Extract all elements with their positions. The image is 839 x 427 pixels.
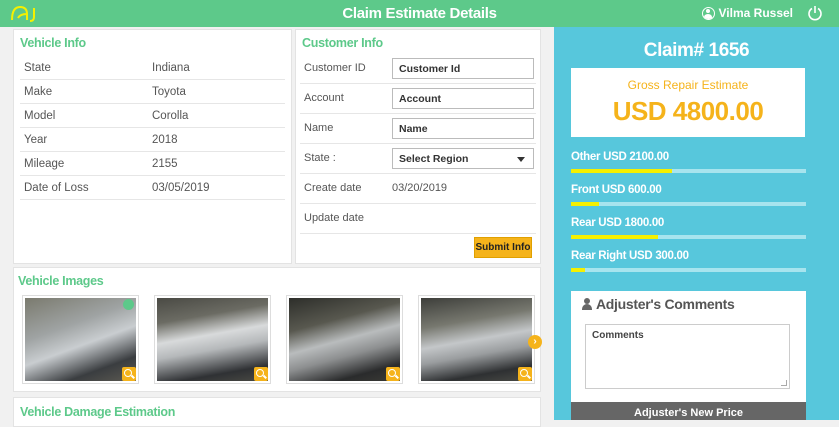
adjuster-comments-heading: Adjuster's Comments bbox=[582, 296, 735, 312]
state-row: State : Select Region bbox=[300, 144, 536, 174]
customer-id-row: Customer ID Customer Id bbox=[300, 54, 536, 84]
row-value: 2155 bbox=[152, 158, 178, 170]
chevron-down-icon bbox=[517, 157, 525, 162]
vehicle-row-make: Make Toyota bbox=[20, 80, 285, 104]
gross-estimate-amount: USD 4800.00 bbox=[612, 96, 764, 126]
car-photo bbox=[421, 298, 532, 381]
row-label: Year bbox=[24, 134, 48, 146]
user-icon bbox=[582, 298, 592, 310]
state-label: State : bbox=[304, 152, 336, 164]
create-date-value: 03/20/2019 bbox=[392, 182, 448, 194]
customer-id-input[interactable]: Customer Id bbox=[392, 58, 534, 79]
bar-fill bbox=[571, 268, 586, 272]
update-date-label: Update date bbox=[304, 212, 364, 224]
user-icon bbox=[701, 6, 715, 20]
gross-estimate-label: Gross Repair Estimate bbox=[627, 78, 749, 92]
row-label: Date of Loss bbox=[24, 182, 89, 194]
adjuster-comments-title: Adjuster's Comments bbox=[596, 296, 735, 312]
row-value: Toyota bbox=[152, 86, 186, 98]
create-date-label: Create date bbox=[304, 182, 362, 194]
submit-info-button[interactable]: Submit Info bbox=[474, 237, 532, 258]
customer-id-label: Customer ID bbox=[304, 62, 366, 74]
vehicle-row-model: Model Corolla bbox=[20, 104, 285, 128]
row-label: Mileage bbox=[24, 158, 65, 170]
bar-label-rear-right: Rear Right USD 300.00 bbox=[571, 250, 689, 262]
bar-fill bbox=[571, 169, 673, 173]
check-icon bbox=[123, 299, 134, 310]
user-menu[interactable]: Vilma Russel bbox=[701, 6, 793, 20]
car-photo bbox=[157, 298, 268, 381]
vehicle-info-title: Vehicle Info bbox=[20, 36, 86, 50]
gross-estimate-box: Gross Repair Estimate USD 4800.00 bbox=[571, 68, 805, 137]
account-input[interactable]: Account bbox=[392, 88, 534, 109]
vehicle-info-panel: Vehicle Info State Indiana Make Toyota Mod… bbox=[13, 29, 292, 264]
create-date-row: Create date 03/20/2019 bbox=[300, 174, 536, 204]
bar-label-other: Other USD 2100.00 bbox=[571, 151, 669, 163]
vehicle-row-mileage: Mileage 2155 bbox=[20, 152, 285, 176]
vehicle-row-state: State Indiana bbox=[20, 56, 285, 80]
row-value: Indiana bbox=[152, 62, 190, 74]
account-row: Account Account bbox=[300, 84, 536, 114]
name-row: Name Name bbox=[300, 114, 536, 144]
vehicle-row-year: Year 2018 bbox=[20, 128, 285, 152]
name-label: Name bbox=[304, 122, 334, 134]
customer-info-panel: Customer Info Customer ID Customer Id Ac… bbox=[295, 29, 541, 264]
vehicle-image-2[interactable] bbox=[154, 295, 271, 384]
comments-textarea[interactable]: Comments bbox=[585, 324, 790, 389]
vehicle-image-4[interactable] bbox=[418, 295, 535, 384]
zoom-icon[interactable] bbox=[386, 367, 400, 381]
bar-label-rear: Rear USD 1800.00 bbox=[571, 217, 665, 229]
adjuster-comments-box: Adjuster's Comments Comments bbox=[571, 291, 806, 420]
comments-placeholder: Comments bbox=[592, 330, 644, 341]
user-name: Vilma Russel bbox=[718, 6, 793, 20]
progress-bar-rear-right bbox=[571, 268, 806, 272]
power-icon[interactable] bbox=[807, 5, 823, 21]
vehicle-image-3[interactable] bbox=[286, 295, 403, 384]
damage-estimation-panel: Vehicle Damage Estimation bbox=[13, 397, 541, 427]
state-select[interactable]: Select Region bbox=[392, 148, 534, 169]
customer-info-title: Customer Info bbox=[302, 36, 383, 50]
car-photo bbox=[289, 298, 400, 381]
row-label: Make bbox=[24, 86, 53, 98]
progress-bar-rear bbox=[571, 235, 806, 239]
bar-fill bbox=[571, 235, 658, 239]
damage-estimation-title: Vehicle Damage Estimation bbox=[20, 405, 176, 419]
zoom-icon[interactable] bbox=[254, 367, 268, 381]
vehicle-images-title: Vehicle Images bbox=[18, 274, 104, 288]
name-input[interactable]: Name bbox=[392, 118, 534, 139]
bar-fill bbox=[571, 202, 600, 206]
update-date-row: Update date bbox=[300, 204, 536, 234]
account-label: Account bbox=[304, 92, 344, 104]
claim-summary-panel: Claim# 1656 Gross Repair Estimate USD 48… bbox=[554, 27, 839, 420]
car-photo bbox=[25, 298, 136, 381]
zoom-icon[interactable] bbox=[122, 367, 136, 381]
vehicle-image-1[interactable] bbox=[22, 295, 139, 384]
resize-grip-icon[interactable] bbox=[781, 380, 787, 386]
row-value: 03/05/2019 bbox=[152, 182, 210, 194]
zoom-icon[interactable] bbox=[518, 367, 532, 381]
row-label: Model bbox=[24, 110, 56, 122]
adjuster-new-price-button[interactable]: Adjuster's New Price bbox=[571, 402, 806, 420]
row-value: 2018 bbox=[152, 134, 178, 146]
vehicle-row-date-of-loss: Date of Loss 03/05/2019 bbox=[20, 176, 285, 200]
top-bar: Claim Estimate Details Vilma Russel bbox=[0, 0, 839, 27]
claim-number: Claim# 1656 bbox=[643, 40, 750, 61]
progress-bar-front bbox=[571, 202, 806, 206]
bar-label-front: Front USD 600.00 bbox=[571, 184, 662, 196]
row-label: State bbox=[24, 62, 51, 74]
progress-bar-other bbox=[571, 169, 806, 173]
next-arrow-icon[interactable]: › bbox=[528, 335, 542, 349]
row-value: Corolla bbox=[152, 110, 189, 122]
vehicle-images-panel: Vehicle Images bbox=[13, 267, 541, 392]
state-select-value: Select Region bbox=[399, 153, 469, 165]
